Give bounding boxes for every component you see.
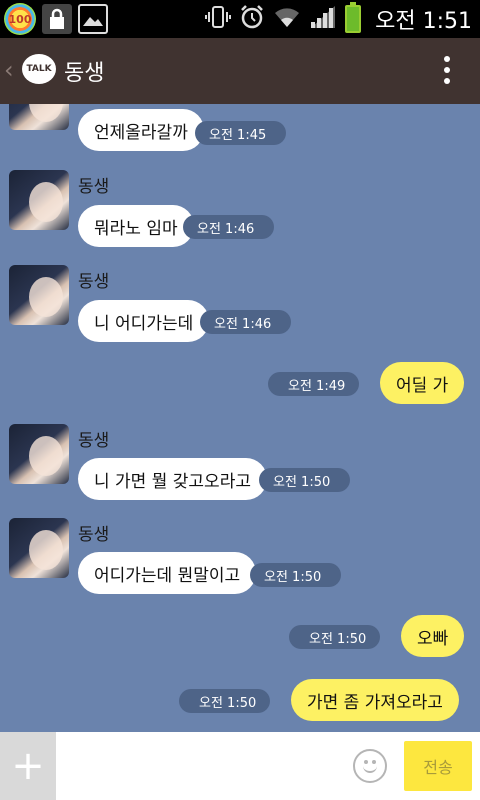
message-time: 오전 1:46 <box>183 215 275 239</box>
message-bubble[interactable]: 오빠 <box>401 615 465 657</box>
message-bubble[interactable]: 가면 좀 가져오라고 <box>291 679 459 721</box>
status-bar: 100 오전 1:51 <box>0 0 480 38</box>
sender-name: 동생 <box>78 431 110 451</box>
message-bubble[interactable]: 어딜 가 <box>380 362 465 404</box>
send-button[interactable]: 전송 <box>404 741 472 791</box>
message-bubble[interactable]: 니 가면 뭘 갖고오라고 <box>78 458 267 500</box>
message-bubble[interactable]: 니 어디가는데 <box>78 300 210 342</box>
overflow-menu-icon[interactable] <box>444 56 450 89</box>
message-time: 오전 1:50 <box>259 468 351 492</box>
emoticon-icon[interactable] <box>353 749 387 783</box>
avatar[interactable] <box>9 104 69 130</box>
kakaotalk-logo: TALK <box>22 54 56 84</box>
sender-name: 동생 <box>78 525 110 545</box>
avatar[interactable] <box>9 265 69 325</box>
input-bar: + 전송 <box>0 732 480 800</box>
avatar[interactable] <box>9 518 69 578</box>
gallery-icon <box>78 4 108 34</box>
message-time: 오전 1:50 <box>250 563 342 587</box>
avatar[interactable] <box>9 424 69 484</box>
sender-name: 동생 <box>78 177 110 197</box>
sender-name: 동생 <box>78 272 110 292</box>
attach-plus-button[interactable]: + <box>0 732 56 800</box>
wifi-icon <box>273 5 301 33</box>
battery-icon <box>345 2 362 33</box>
status-time: 오전 1:51 <box>375 9 472 34</box>
message-list[interactable]: 언제올라갈까 오전 1:45 동생 뭐라노 임마 오전 1:46 동생 니 어디… <box>0 104 480 732</box>
message-time: 오전 1:50 <box>179 689 271 713</box>
message-bubble[interactable]: 어디가는데 뭔말이고 <box>78 552 257 594</box>
chat-header: ‹ TALK 동생 <box>0 38 480 104</box>
app-badge-icon: 100 <box>4 3 36 35</box>
message-bubble[interactable]: 언제올라갈까 <box>78 109 204 151</box>
message-time: 오전 1:46 <box>200 310 292 334</box>
message-time: 오전 1:45 <box>195 121 287 145</box>
message-bubble[interactable]: 뭐라노 임마 <box>78 205 194 247</box>
signal-icon <box>309 4 337 34</box>
message-input[interactable] <box>56 732 346 800</box>
alarm-icon <box>239 4 265 34</box>
vibrate-icon <box>205 4 232 34</box>
lock-icon <box>42 4 72 34</box>
avatar[interactable] <box>9 170 69 230</box>
back-chevron-icon[interactable]: ‹ <box>4 56 14 84</box>
message-time: 오전 1:50 <box>289 625 381 649</box>
chat-room-title: 동생 <box>64 61 105 86</box>
message-time: 오전 1:49 <box>268 372 360 396</box>
